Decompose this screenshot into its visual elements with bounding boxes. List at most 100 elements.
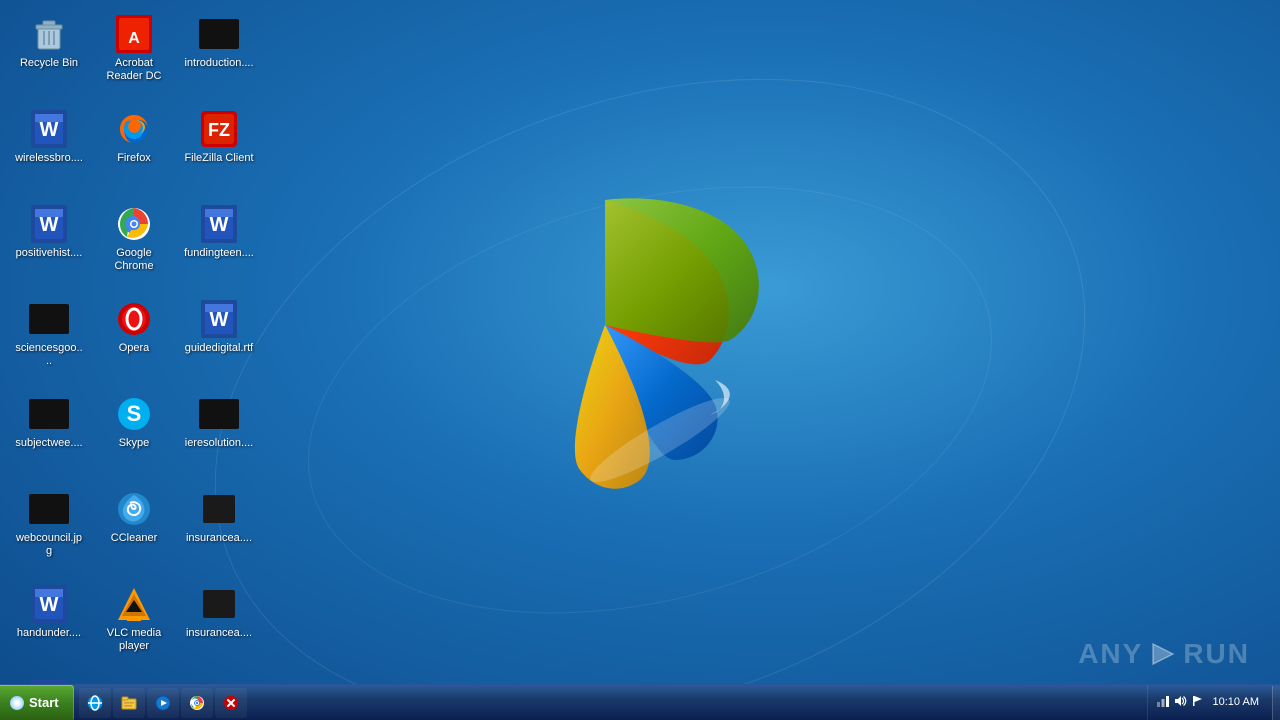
- positivehist-label: positivehist....: [16, 247, 83, 260]
- icon-webcouncil[interactable]: webcouncil.jpg: [10, 485, 88, 575]
- anyrun-watermark: ANY RUN: [1078, 638, 1250, 670]
- taskbar-media-button[interactable]: [147, 688, 179, 718]
- webcouncil-label: webcouncil.jpg: [14, 532, 84, 558]
- insurancea2-icon: [199, 584, 239, 624]
- wirelessbro-icon: W: [29, 109, 69, 149]
- firefox-icon: [114, 109, 154, 149]
- svg-text:W: W: [210, 309, 229, 331]
- skype-label: Skype: [119, 437, 150, 450]
- handunder-icon: W: [29, 584, 69, 624]
- introduction-icon: [199, 14, 239, 54]
- insurancea1-label: insurancea....: [186, 532, 252, 545]
- svg-text:W: W: [210, 214, 229, 236]
- bg-swoosh-1: [125, 0, 1176, 720]
- svg-text:FZ: FZ: [208, 120, 230, 140]
- desktop-icons-container: Recycle Bin A Acrobat Reader DC introduc…: [5, 5, 265, 720]
- skype-icon: S: [114, 394, 154, 434]
- icon-ccleaner[interactable]: CCleaner: [95, 485, 173, 575]
- icon-skype[interactable]: S Skype: [95, 390, 173, 480]
- show-desktop-button[interactable]: [1272, 686, 1280, 720]
- icon-chrome[interactable]: Google Chrome: [95, 200, 173, 290]
- vlc-icon: [114, 584, 154, 624]
- system-clock[interactable]: 10:10 AM: [1208, 695, 1264, 710]
- icon-filezilla[interactable]: FZ FileZilla Client: [180, 105, 258, 195]
- anyrun-play-icon: [1149, 640, 1177, 668]
- sciencesgoo-icon: [29, 299, 69, 339]
- explorer-taskbar-icon: [120, 694, 138, 712]
- insurancea2-label: insurancea....: [186, 627, 252, 640]
- opera-label: Opera: [119, 342, 150, 355]
- recycle-bin-icon: [29, 14, 69, 54]
- chrome-taskbar-icon: [188, 694, 206, 712]
- icon-insurancea2[interactable]: insurancea....: [180, 580, 258, 670]
- flag-icon: [1190, 694, 1204, 708]
- handunder-label: handunder....: [17, 627, 81, 640]
- icon-opera[interactable]: Opera: [95, 295, 173, 385]
- anyrun-run-text: RUN: [1183, 638, 1250, 670]
- clock-time: 10:10 AM: [1213, 695, 1259, 710]
- security-taskbar-icon: [222, 694, 240, 712]
- subjectwee-label: subjectwee....: [15, 437, 82, 450]
- ieresolution-icon: [199, 394, 239, 434]
- network-icon: [1156, 694, 1170, 708]
- icon-recycle-bin[interactable]: Recycle Bin: [10, 10, 88, 100]
- chrome-icon: [114, 204, 154, 244]
- filezilla-icon: FZ: [199, 109, 239, 149]
- icon-subjectwee[interactable]: subjectwee....: [10, 390, 88, 480]
- windows-logo: [420, 140, 790, 510]
- ie-taskbar-icon: [86, 694, 104, 712]
- ieresolution-label: ieresolution....: [185, 437, 253, 450]
- icon-ieresolution[interactable]: ieresolution....: [180, 390, 258, 480]
- firefox-label: Firefox: [117, 152, 151, 165]
- icon-fundingteen[interactable]: W fundingteen....: [180, 200, 258, 290]
- icon-firefox[interactable]: Firefox: [95, 105, 173, 195]
- taskbar-quick-launch: [74, 688, 1147, 718]
- icon-positivehist[interactable]: W positivehist....: [10, 200, 88, 290]
- taskbar-ie-button[interactable]: [79, 688, 111, 718]
- start-label: Start: [29, 695, 59, 710]
- icon-vlc[interactable]: VLC media player: [95, 580, 173, 670]
- icon-acrobat[interactable]: A Acrobat Reader DC: [95, 10, 173, 100]
- insurancea1-icon: [199, 489, 239, 529]
- svg-text:W: W: [40, 214, 59, 236]
- icon-insurancea1[interactable]: insurancea....: [180, 485, 258, 575]
- filezilla-label: FileZilla Client: [184, 152, 253, 165]
- sciencesgoo-label: sciencesgoo....: [14, 342, 84, 368]
- icon-sciencesgoo[interactable]: sciencesgoo....: [10, 295, 88, 385]
- guidedigital-icon: W: [199, 299, 239, 339]
- sound-icon: [1173, 694, 1187, 708]
- taskbar-explorer-button[interactable]: [113, 688, 145, 718]
- tray-icons: [1156, 694, 1204, 711]
- fundingteen-label: fundingteen....: [184, 247, 254, 260]
- media-taskbar-icon: [154, 694, 172, 712]
- start-button[interactable]: Start: [0, 685, 74, 720]
- taskbar-security-button[interactable]: [215, 688, 247, 718]
- vlc-label: VLC media player: [99, 627, 169, 653]
- positivehist-icon: W: [29, 204, 69, 244]
- system-tray: 10:10 AM: [1147, 685, 1272, 720]
- sound-tray-icon[interactable]: [1173, 694, 1187, 711]
- desktop: Recycle Bin A Acrobat Reader DC introduc…: [0, 0, 1280, 720]
- acrobat-label: Acrobat Reader DC: [99, 57, 169, 83]
- chrome-label: Google Chrome: [99, 247, 169, 273]
- recycle-bin-label: Recycle Bin: [20, 57, 78, 70]
- acrobat-icon: A: [114, 14, 154, 54]
- bg-swoosh-2: [260, 116, 1040, 684]
- anyrun-text: ANY: [1078, 638, 1143, 670]
- icon-handunder[interactable]: W handunder....: [10, 580, 88, 670]
- taskbar-chrome-button[interactable]: [181, 688, 213, 718]
- svg-text:A: A: [128, 30, 140, 47]
- network-tray-icon[interactable]: [1156, 694, 1170, 711]
- wirelessbro-label: wirelessbro....: [15, 152, 83, 165]
- guidedigital-label: guidedigital.rtf: [185, 342, 254, 355]
- icon-wirelessbro[interactable]: W wirelessbro....: [10, 105, 88, 195]
- svg-text:W: W: [40, 119, 59, 141]
- svg-text:S: S: [127, 401, 142, 426]
- icon-guidedigital[interactable]: W guidedigital.rtf: [180, 295, 258, 385]
- ccleaner-icon: [114, 489, 154, 529]
- icon-introduction[interactable]: introduction....: [180, 10, 258, 100]
- fundingteen-icon: W: [199, 204, 239, 244]
- subjectwee-icon: [29, 394, 69, 434]
- ccleaner-label: CCleaner: [111, 532, 157, 545]
- notification-tray-icon[interactable]: [1190, 694, 1204, 711]
